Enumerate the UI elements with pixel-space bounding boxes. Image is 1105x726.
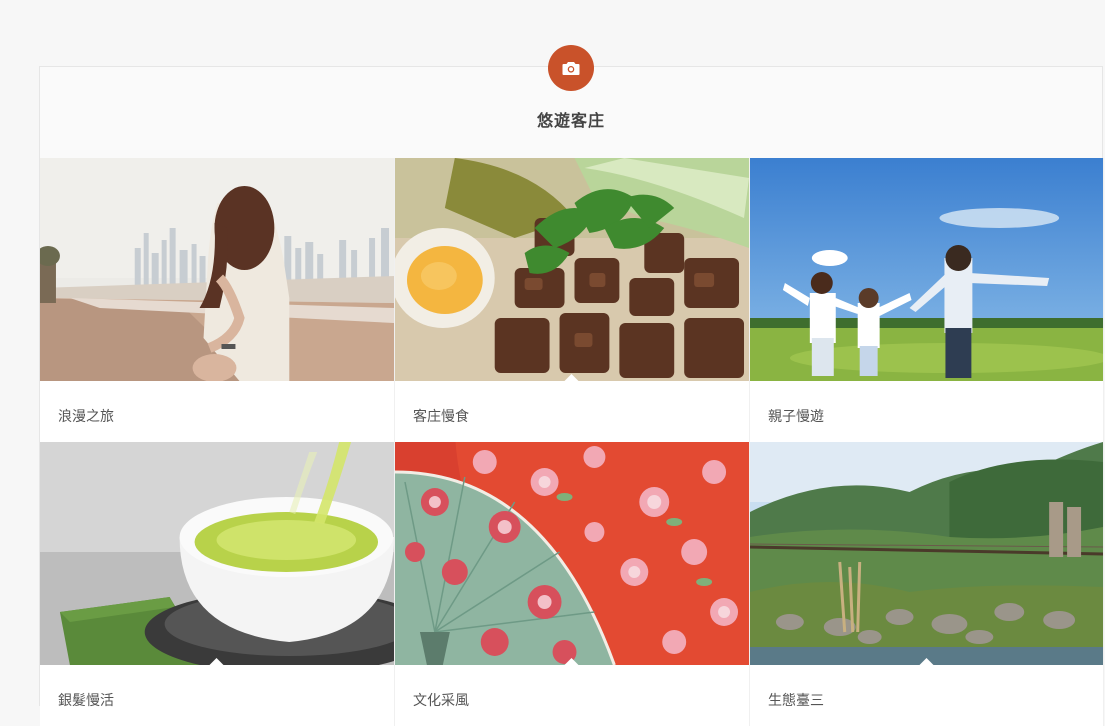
card-cultural-style[interactable]: 文化采風 (395, 442, 750, 726)
card-image-ecology-route-3[interactable] (750, 442, 1103, 665)
card-label: 生態臺三 (768, 693, 824, 709)
card-label: 銀髮慢活 (58, 693, 114, 709)
card-label: 文化采風 (413, 693, 469, 709)
card-image-cultural-style[interactable] (395, 442, 749, 665)
card-family-slow-travel[interactable]: 親子慢遊 (750, 158, 1104, 442)
card-hakka-slow-food[interactable]: 客庄慢食 (395, 158, 750, 442)
card-label: 浪漫之旅 (58, 409, 114, 425)
category-grid: 浪漫之旅 客庄慢食 親子慢遊 銀髮慢活 文化采風 生態臺三 (40, 158, 1104, 726)
card-image-senior-slow-living[interactable] (40, 442, 394, 665)
card-image-family-slow-travel[interactable] (750, 158, 1103, 381)
section-title: 悠遊客庄 (536, 111, 605, 130)
card-image-romantic-trip[interactable] (40, 158, 394, 381)
camera-icon (548, 45, 594, 91)
card-romantic-trip[interactable]: 浪漫之旅 (40, 158, 395, 442)
card-ecology-route-3[interactable]: 生態臺三 (750, 442, 1104, 726)
section-header: 悠遊客庄 (40, 45, 1102, 158)
card-senior-slow-living[interactable]: 銀髮慢活 (40, 442, 395, 726)
card-label: 親子慢遊 (768, 409, 824, 425)
card-label: 客庄慢食 (413, 409, 469, 425)
card-image-hakka-slow-food[interactable] (395, 158, 749, 381)
explore-hakka-section: 悠遊客庄 浪漫之旅 客庄慢食 親子慢遊 銀髮慢活 文化采風 生態臺三 (39, 45, 1104, 726)
